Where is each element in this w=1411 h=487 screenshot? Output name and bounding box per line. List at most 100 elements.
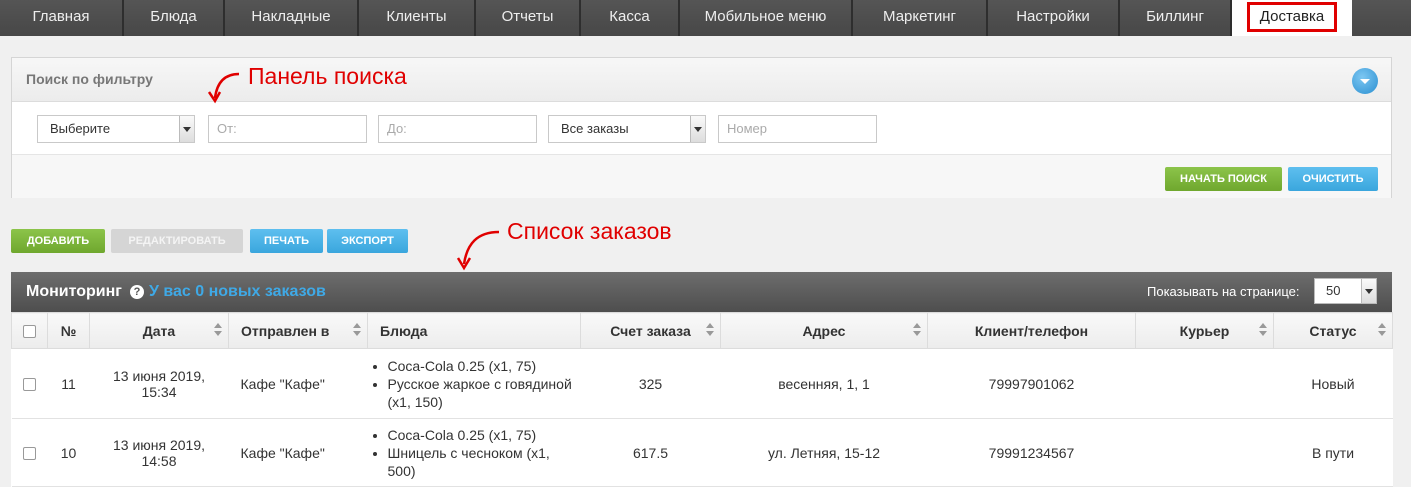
- column-header-courier[interactable]: Курьер: [1135, 312, 1274, 349]
- search-panel-title: Поиск по фильтру: [26, 71, 153, 87]
- tab-marketing[interactable]: Маркетинг: [853, 0, 988, 36]
- sort-icon[interactable]: [353, 323, 361, 337]
- dish-item: Шницель с чесноком (x1, 500): [388, 444, 581, 480]
- start-search-button[interactable]: НАЧАТЬ ПОИСК: [1165, 167, 1282, 191]
- row-checkbox[interactable]: [23, 378, 36, 392]
- annotation-search-panel: Панель поиска: [248, 63, 407, 89]
- order-dishes: Coca-Cola 0.25 (x1, 75) Шницель с чеснок…: [367, 418, 581, 487]
- tab-delivery-label: Доставка: [1246, 2, 1338, 32]
- nav-filler: [1352, 0, 1411, 36]
- order-number: 10: [47, 418, 90, 487]
- annotation-orders-list: Список заказов: [507, 218, 672, 244]
- collapse-chevron-icon[interactable]: [1352, 68, 1378, 94]
- order-number: 11: [47, 348, 90, 419]
- date-to-input[interactable]: До:: [378, 115, 537, 143]
- sort-icon[interactable]: [1378, 323, 1386, 337]
- table-row[interactable]: 10 13 июня 2019,14:58 Кафе "Кафе" Coca-C…: [11, 418, 1393, 487]
- tab-delivery[interactable]: Доставка: [1232, 0, 1352, 36]
- order-number-input[interactable]: Номер: [718, 115, 877, 143]
- column-header-status[interactable]: Статус: [1273, 312, 1393, 349]
- tab-settings[interactable]: Настройки: [988, 0, 1120, 36]
- order-client: 79997901062: [927, 348, 1136, 419]
- row-checkbox[interactable]: [23, 447, 36, 461]
- order-date-time: 14:58: [141, 452, 177, 469]
- top-navigation: Главная Блюда Накладные Клиенты Отчеты К…: [0, 0, 1411, 36]
- orders-table: № Дата Отправлен в Блюда Счет заказа Адр…: [11, 312, 1393, 487]
- row-select-cell: [11, 348, 48, 419]
- tab-invoices[interactable]: Накладные: [225, 0, 359, 36]
- column-header-date[interactable]: Дата: [89, 312, 229, 349]
- dish-item: Coca-Cola 0.25 (x1, 75): [388, 426, 581, 444]
- sort-icon[interactable]: [214, 323, 222, 337]
- column-header-status-label: Статус: [1309, 322, 1357, 339]
- order-date: 13 июня 2019, 15:34: [89, 348, 229, 419]
- order-date-day: 13 июня 2019,: [112, 367, 206, 384]
- help-icon[interactable]: ?: [130, 285, 144, 299]
- column-header-address[interactable]: Адрес: [720, 312, 928, 349]
- column-header-bill[interactable]: Счет заказа: [580, 312, 721, 349]
- order-courier: [1135, 348, 1274, 419]
- new-orders-link[interactable]: У вас 0 новых заказов: [149, 283, 326, 301]
- order-status: В пути: [1273, 418, 1393, 487]
- order-courier: [1135, 418, 1274, 487]
- print-button[interactable]: ПЕЧАТЬ: [250, 229, 323, 253]
- order-address: весенняя, 1, 1: [720, 348, 928, 419]
- column-header-courier-label: Курьер: [1179, 322, 1230, 339]
- column-header-sent-to[interactable]: Отправлен в: [228, 312, 368, 349]
- order-bill: 325: [580, 348, 721, 419]
- sort-icon[interactable]: [706, 323, 714, 337]
- per-page-select[interactable]: 50: [1314, 278, 1377, 304]
- column-header-client: Клиент/телефон: [927, 312, 1136, 349]
- export-button[interactable]: ЭКСПОРТ: [327, 229, 408, 253]
- orders-filter-select[interactable]: Все заказы: [548, 115, 706, 143]
- order-date-day: 13 июня 2019,: [112, 436, 206, 453]
- tab-cashbox[interactable]: Касса: [581, 0, 680, 36]
- tab-dishes[interactable]: Блюда: [124, 0, 225, 36]
- filter-type-select[interactable]: Выберите: [37, 115, 195, 143]
- tab-reports[interactable]: Отчеты: [476, 0, 581, 36]
- add-button[interactable]: ДОБАВИТЬ: [11, 229, 105, 253]
- clear-button[interactable]: ОЧИСТИТЬ: [1288, 167, 1378, 191]
- order-client: 79991234567: [927, 418, 1136, 487]
- search-actions-bar: НАЧАТЬ ПОИСК ОЧИСТИТЬ: [12, 154, 1391, 198]
- table-row[interactable]: 11 13 июня 2019,15:34 Кафе "Кафе" Coca-C…: [11, 348, 1393, 419]
- sort-icon[interactable]: [913, 323, 921, 337]
- date-from-input[interactable]: От:: [208, 115, 367, 143]
- orders-filter-value: Все заказы: [561, 121, 629, 136]
- tab-billing[interactable]: Биллинг: [1120, 0, 1232, 36]
- dropdown-arrow-icon: [1361, 279, 1376, 303]
- order-sent-to: Кафе "Кафе": [228, 418, 368, 487]
- tab-mobile-menu[interactable]: Мобильное меню: [680, 0, 853, 36]
- dropdown-arrow-icon: [690, 116, 705, 142]
- order-date-time: 15:34: [141, 383, 177, 400]
- column-header-bill-label: Счет заказа: [610, 322, 691, 339]
- select-all-checkbox[interactable]: [23, 325, 36, 339]
- order-status: Новый: [1273, 348, 1393, 419]
- row-select-cell: [11, 418, 48, 487]
- column-header-sent-to-label: Отправлен в: [241, 322, 330, 339]
- select-all-header: [11, 312, 48, 349]
- monitoring-title: Мониторинг: [26, 283, 122, 300]
- monitoring-header: Мониторинг ? У вас 0 новых заказов Показ…: [11, 272, 1392, 312]
- edit-button[interactable]: РЕДАКТИРОВАТЬ: [111, 229, 243, 253]
- dish-item: Coca-Cola 0.25 (x1, 75): [388, 357, 581, 375]
- annotation-arrow-icon: [207, 72, 240, 104]
- sort-icon[interactable]: [1259, 323, 1267, 337]
- annotation-arrow-icon: [456, 230, 500, 271]
- dropdown-arrow-icon: [179, 116, 194, 142]
- column-header-dishes: Блюда: [367, 312, 581, 349]
- per-page-label: Показывать на странице:: [1147, 284, 1300, 299]
- column-header-date-label: Дата: [142, 322, 176, 339]
- tab-home[interactable]: Главная: [0, 0, 124, 36]
- order-dishes: Coca-Cola 0.25 (x1, 75) Русское жаркое с…: [367, 348, 581, 419]
- tab-clients[interactable]: Клиенты: [359, 0, 476, 36]
- table-header-row: № Дата Отправлен в Блюда Счет заказа Адр…: [11, 312, 1393, 349]
- dish-item: Русское жаркое с говядиной (x1, 150): [388, 375, 581, 411]
- order-date: 13 июня 2019, 14:58: [89, 418, 229, 487]
- column-header-address-label: Адрес: [802, 322, 846, 339]
- column-header-number[interactable]: №: [47, 312, 90, 349]
- order-address: ул. Летняя, 15-12: [720, 418, 928, 487]
- order-bill: 617.5: [580, 418, 721, 487]
- per-page-value: 50: [1326, 283, 1341, 298]
- filter-type-value: Выберите: [50, 121, 111, 136]
